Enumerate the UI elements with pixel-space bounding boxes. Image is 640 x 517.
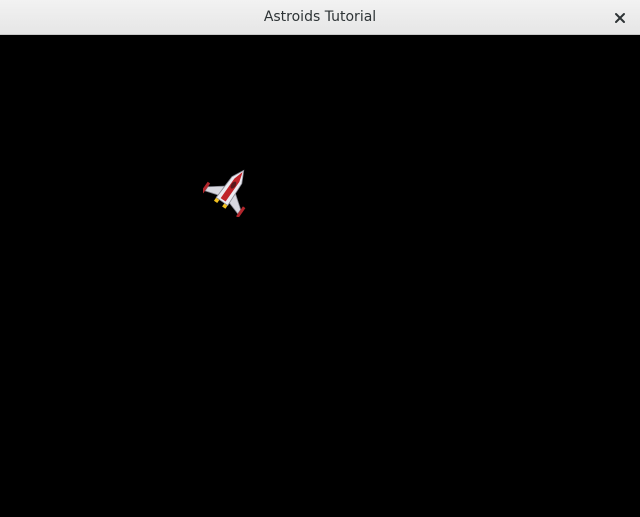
title-bar[interactable]: Astroids Tutorial — [0, 0, 640, 35]
close-icon — [615, 13, 625, 23]
close-button[interactable] — [610, 8, 630, 28]
window-title: Astroids Tutorial — [263, 9, 377, 25]
game-canvas[interactable] — [0, 36, 640, 517]
spaceship-icon — [203, 169, 246, 217]
game-window: Astroids Tutorial — [0, 0, 640, 517]
